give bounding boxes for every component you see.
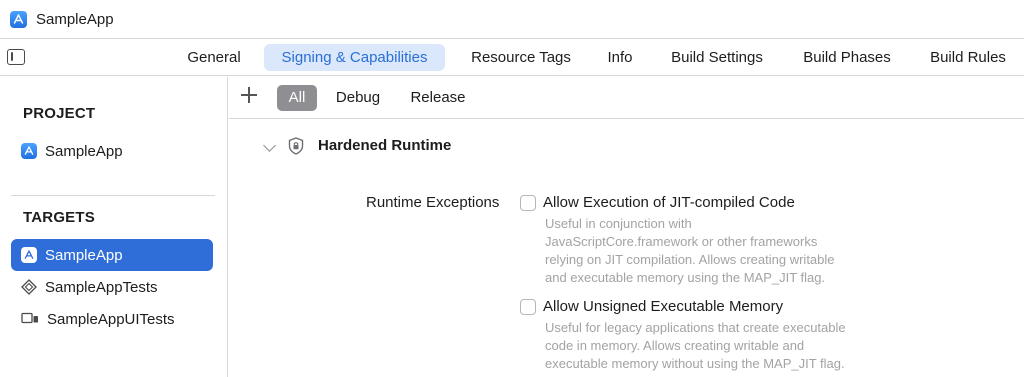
tab-signing-capabilities[interactable]: Signing & Capabilities <box>264 44 445 71</box>
sidebar-item-target-sampleapp[interactable]: SampleApp <box>11 239 213 271</box>
tab-info[interactable]: Info <box>598 44 642 71</box>
description-line: and executable memory using the MAP_JIT … <box>545 270 826 285</box>
allow-jit-description: Useful in conjunction with JavaScriptCor… <box>545 215 915 287</box>
capability-filter-bar: All Debug Release <box>229 77 1024 119</box>
allow-jit-label: Allow Execution of JIT-compiled Code <box>543 194 795 211</box>
chevron-down-icon[interactable] <box>263 139 276 152</box>
test-diamond-icon <box>21 279 37 295</box>
description-line: executable memory without using the MAP_… <box>545 356 845 371</box>
filter-release[interactable]: Release <box>405 85 471 111</box>
filter-debug[interactable]: Debug <box>329 85 387 111</box>
tab-build-settings[interactable]: Build Settings <box>657 44 777 71</box>
app-icon <box>10 10 27 28</box>
app-icon <box>21 247 37 263</box>
tab-general[interactable]: General <box>176 44 252 71</box>
description-line: code in memory. Allows creating writable… <box>545 338 805 353</box>
allow-unsigned-memory-checkbox[interactable] <box>520 299 536 315</box>
targets-section-header: TARGETS <box>23 209 95 226</box>
description-line: relying on JIT compilation. Allows creat… <box>545 252 835 267</box>
allow-unsigned-memory-description: Useful for legacy applications that crea… <box>545 319 915 373</box>
allow-jit-checkbox[interactable] <box>520 195 536 211</box>
window-titlebar: SampleApp <box>0 0 1024 38</box>
capabilities-editor: All Debug Release Hardened Runtime Runti… <box>229 77 1024 377</box>
sidebar-toggle-icon[interactable] <box>7 49 25 65</box>
targets-sidebar: PROJECT SampleApp TARGETS SampleApp Samp… <box>0 77 228 377</box>
description-line: Useful for legacy applications that crea… <box>545 320 846 335</box>
allow-unsigned-memory-label: Allow Unsigned Executable Memory <box>543 298 784 315</box>
sidebar-item-target-sampleappuitests[interactable]: SampleAppUITests <box>11 303 213 335</box>
sidebar-item-label: SampleApp <box>45 142 123 160</box>
sidebar-item-project-sampleapp[interactable]: SampleApp <box>11 135 213 167</box>
app-icon <box>21 143 37 159</box>
filter-all[interactable]: All <box>277 85 317 111</box>
tab-build-phases[interactable]: Build Phases <box>791 44 903 71</box>
window-title: SampleApp <box>36 10 114 28</box>
add-capability-icon[interactable] <box>241 87 257 103</box>
runtime-exceptions-label: Runtime Exceptions <box>366 194 500 211</box>
sidebar-item-label: SampleAppUITests <box>47 310 175 328</box>
sidebar-item-target-sampleapptests[interactable]: SampleAppTests <box>11 271 213 303</box>
lock-shield-icon <box>288 137 304 155</box>
editor-tab-bar: General Signing & Capabilities Resource … <box>0 38 1024 76</box>
tab-build-rules[interactable]: Build Rules <box>918 44 1018 71</box>
sidebar-item-label: SampleAppTests <box>45 278 158 296</box>
ui-test-icon <box>21 312 38 324</box>
project-section-header: PROJECT <box>23 105 96 122</box>
description-line: Useful in conjunction with <box>545 216 692 231</box>
capability-title: Hardened Runtime <box>318 137 452 154</box>
description-line: JavaScriptCore.framework or other framew… <box>545 234 818 249</box>
sidebar-item-label: SampleApp <box>45 246 123 264</box>
sidebar-divider <box>11 195 215 196</box>
tab-resource-tags[interactable]: Resource Tags <box>458 44 584 71</box>
